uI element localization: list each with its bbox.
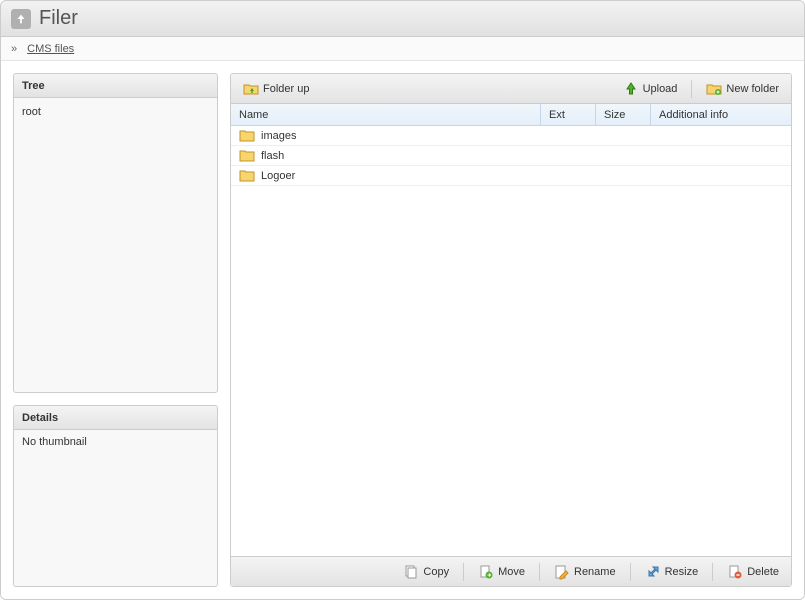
column-header-size[interactable]: Size: [596, 104, 651, 125]
file-browser: Folder up Upload New folder: [230, 73, 792, 587]
toolbar-separator: [691, 80, 692, 98]
app-icon: [11, 9, 31, 29]
move-button[interactable]: Move: [474, 562, 529, 582]
list-item[interactable]: flash: [231, 146, 791, 166]
folder-icon: [239, 169, 255, 183]
move-icon: [478, 564, 494, 580]
tree-panel-body: root: [14, 98, 217, 392]
toolbar-separator: [712, 563, 713, 581]
upload-button[interactable]: Upload: [619, 79, 682, 99]
list-item[interactable]: Logoer: [231, 166, 791, 186]
folder-up-icon: [243, 81, 259, 97]
breadcrumb-separator: »: [11, 43, 17, 55]
delete-button[interactable]: Delete: [723, 562, 783, 582]
content-area: Tree root Details No thumbnail Folder up: [1, 61, 804, 599]
resize-label: Resize: [665, 566, 699, 578]
rename-icon: [554, 564, 570, 580]
file-name: Logoer: [261, 170, 295, 182]
copy-button[interactable]: Copy: [399, 562, 453, 582]
new-folder-icon: [706, 81, 722, 97]
breadcrumb-link-cms-files[interactable]: CMS files: [27, 43, 74, 55]
tree-item-root[interactable]: root: [22, 104, 209, 120]
breadcrumb: » CMS files: [1, 37, 804, 61]
details-panel: Details No thumbnail: [13, 405, 218, 587]
copy-label: Copy: [423, 566, 449, 578]
folder-icon: [239, 149, 255, 163]
column-header-ext[interactable]: Ext: [541, 104, 596, 125]
new-folder-label: New folder: [726, 83, 779, 95]
file-list: images flash Logoer: [231, 126, 791, 556]
left-column: Tree root Details No thumbnail: [13, 73, 218, 587]
rename-label: Rename: [574, 566, 616, 578]
details-panel-body: No thumbnail: [14, 430, 217, 586]
copy-icon: [403, 564, 419, 580]
tree-panel: Tree root: [13, 73, 218, 393]
details-panel-header: Details: [14, 406, 217, 430]
bottom-toolbar: Copy Move Rename: [231, 556, 791, 586]
column-header-name[interactable]: Name: [231, 104, 541, 125]
folder-up-button[interactable]: Folder up: [239, 79, 313, 99]
delete-label: Delete: [747, 566, 779, 578]
resize-button[interactable]: Resize: [641, 562, 703, 582]
app-title: Filer: [39, 7, 78, 30]
toolbar-separator: [539, 563, 540, 581]
file-name: images: [261, 130, 296, 142]
folder-icon: [239, 129, 255, 143]
upload-icon: [623, 81, 639, 97]
toolbar-separator: [630, 563, 631, 581]
toolbar-separator: [463, 563, 464, 581]
resize-icon: [645, 564, 661, 580]
column-header-info[interactable]: Additional info: [651, 104, 791, 125]
tree-panel-header: Tree: [14, 74, 217, 98]
file-name: flash: [261, 150, 284, 162]
rename-button[interactable]: Rename: [550, 562, 620, 582]
top-toolbar: Folder up Upload New folder: [231, 74, 791, 104]
table-header: Name Ext Size Additional info: [231, 104, 791, 126]
folder-up-label: Folder up: [263, 83, 309, 95]
titlebar: Filer: [1, 1, 804, 37]
delete-icon: [727, 564, 743, 580]
new-folder-button[interactable]: New folder: [702, 79, 783, 99]
list-item[interactable]: images: [231, 126, 791, 146]
app-window: Filer » CMS files Tree root Details No t…: [0, 0, 805, 600]
upload-label: Upload: [643, 83, 678, 95]
move-label: Move: [498, 566, 525, 578]
